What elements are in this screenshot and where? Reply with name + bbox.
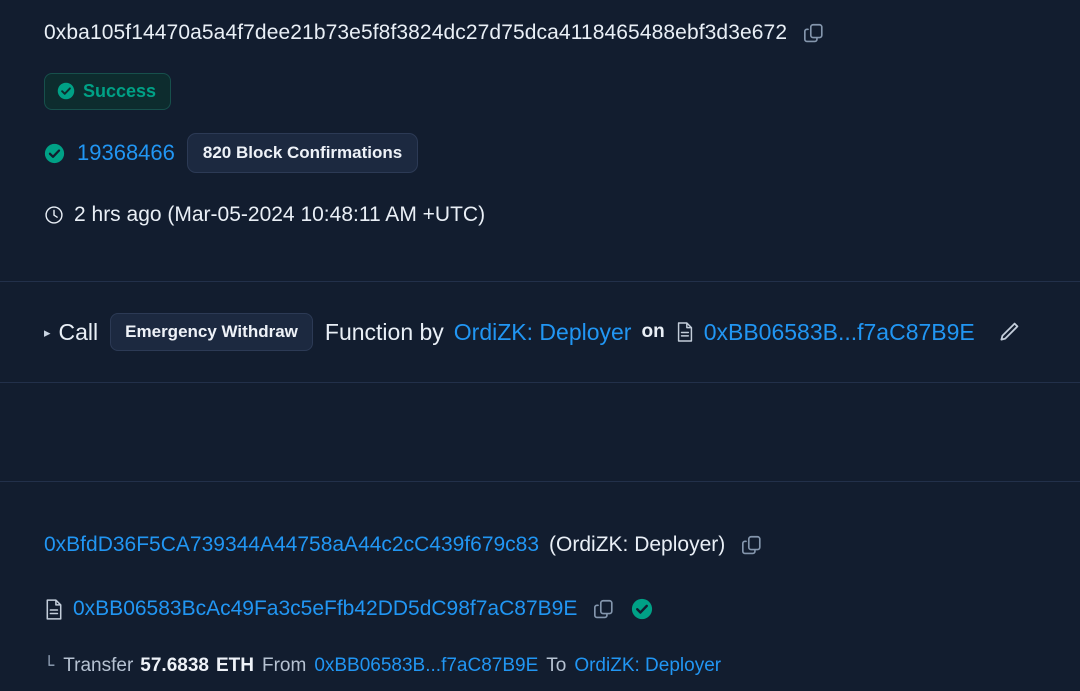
transfer-from-label: From [261, 655, 307, 676]
to-contract-address-link[interactable]: 0xBB06583BcAc49Fa3c5eFfb42DD5dC98f7aC87B… [73, 597, 577, 621]
timestamp-row: 2 hrs ago (Mar-05-2024 10:48:11 AM +UTC) [0, 184, 1080, 246]
expand-caret-icon[interactable]: ▸ [44, 326, 51, 339]
from-address-link[interactable]: 0xBfdD36F5CA739344A44758aA44c2cC439f679c… [44, 533, 539, 557]
copy-icon[interactable] [593, 598, 615, 620]
block-row: 19368466 820 Block Confirmations [0, 122, 1080, 184]
transfer-to-link[interactable]: OrdiZK: Deployer [574, 655, 721, 677]
contract-verified-icon [631, 598, 653, 620]
timestamp-text: 2 hrs ago (Mar-05-2024 10:48:11 AM +UTC) [74, 203, 486, 226]
check-circle-icon [44, 143, 65, 164]
function-name-pill[interactable]: Emergency Withdraw [110, 313, 313, 351]
transfer-to-label: To [546, 655, 567, 676]
spacer-above-divider-1 [0, 246, 1080, 281]
block-number-link[interactable]: 19368466 [77, 140, 175, 166]
copy-icon[interactable] [803, 22, 825, 44]
block-confirmations-badge[interactable]: 820 Block Confirmations [186, 133, 419, 173]
transfer-currency: ETH [215, 655, 254, 676]
status-badge[interactable]: Success [44, 72, 172, 110]
document-icon [675, 321, 695, 343]
status-label: Success [83, 80, 157, 101]
pencil-icon[interactable] [997, 320, 1021, 344]
call-function-row: ▸ Call Emergency Withdraw Function by Or… [0, 282, 1080, 382]
transaction-details-panel: 0xba105f14470a5a4f7dee21b73e5f8f3824dc27… [0, 0, 1080, 676]
transfer-amount: 57.6838 [140, 655, 209, 676]
transfer-from-link[interactable]: 0xBB06583B...f7aC87B9E [314, 655, 538, 677]
call-word-label: Call [58, 318, 99, 345]
transaction-status-row: Success [0, 60, 1080, 122]
transfer-row: └ Transfer 57.6838 ETH From 0xBB06583B..… [0, 641, 1080, 691]
transfer-label: Transfer [63, 655, 134, 676]
copy-icon[interactable] [741, 534, 763, 556]
from-address-alias: (OrdiZK: Deployer) [549, 532, 726, 556]
function-by-label: Function by [324, 318, 444, 345]
from-address-row: 0xBfdD36F5CA739344A44758aA44c2cC439f679c… [0, 482, 1080, 577]
caller-link[interactable]: OrdiZK: Deployer [454, 319, 632, 346]
transaction-hash-row: 0xba105f14470a5a4f7dee21b73e5f8f3824dc27… [0, 0, 1080, 60]
to-contract-row: 0xBB06583BcAc49Fa3c5eFfb42DD5dC98f7aC87B… [0, 577, 1080, 641]
check-circle-icon [57, 82, 75, 100]
on-word-label: on [641, 321, 665, 342]
transaction-hash-value: 0xba105f14470a5a4f7dee21b73e5f8f3824dc27… [44, 21, 788, 44]
contract-address-link[interactable]: 0xBB06583B...f7aC87B9E [704, 319, 975, 346]
clock-icon [44, 205, 64, 225]
document-icon [44, 598, 64, 621]
empty-content-panel [0, 383, 1080, 481]
tree-branch-icon: └ [44, 656, 55, 676]
